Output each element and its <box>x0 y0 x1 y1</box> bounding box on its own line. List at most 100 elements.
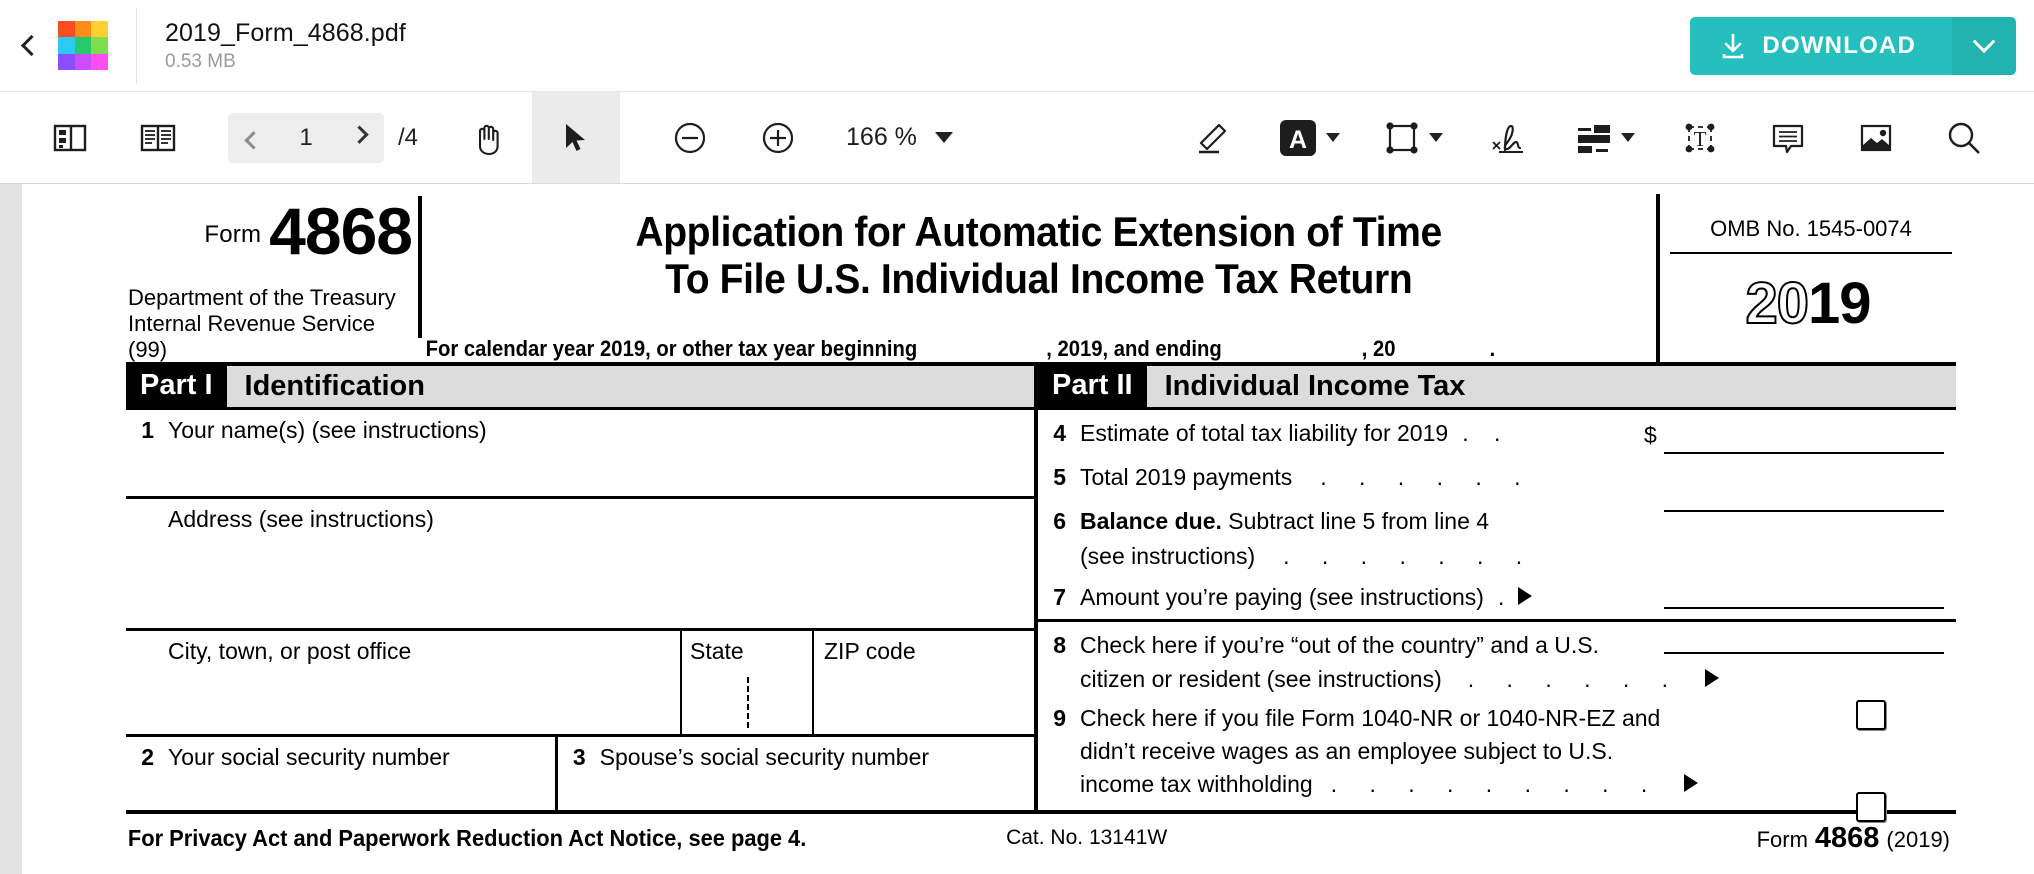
arrow-right-icon <box>1518 587 1533 605</box>
shape-tool-button[interactable] <box>1360 92 1464 183</box>
line-number-7: 7 <box>1053 584 1066 610</box>
field-line-8[interactable]: 8 Check here if you’re “out of the count… <box>1038 619 1956 693</box>
arrow-right-icon <box>1705 669 1720 687</box>
field-spouse-ssn[interactable]: 3 Spouse’s social security number <box>554 737 1034 810</box>
text-style-button[interactable]: A <box>1256 92 1360 183</box>
chevron-left-icon <box>20 34 42 57</box>
hand-tool-button[interactable] <box>444 92 532 183</box>
logo-cell <box>58 20 75 38</box>
select-tool-button[interactable] <box>532 92 621 183</box>
line-number-3: 3 <box>572 744 586 770</box>
field-line-6[interactable]: 6 Balance due. Subtract line 5 from line… <box>1038 491 1956 570</box>
triangle-down-icon <box>1428 133 1443 142</box>
textbox-tool-button[interactable]: T <box>1656 92 1744 183</box>
header-divider <box>136 7 137 84</box>
line-8-label-1: Check here if you’re “out of the country… <box>1080 632 1600 658</box>
field-your-ssn[interactable]: 2 Your social security number <box>126 737 555 810</box>
signature-tool-button[interactable] <box>1464 92 1552 183</box>
zoom-out-button[interactable] <box>646 92 734 183</box>
file-size: 0.53 MB <box>165 50 236 72</box>
field-address[interactable]: Address (see instructions) <box>126 496 1034 628</box>
page-number-input[interactable]: 1 <box>278 112 334 163</box>
form-header: Form 4868 Department of the Treasury Int… <box>126 194 1956 362</box>
line-6-label-2: (see instructions) <box>1080 543 1256 569</box>
line-9-row-3: income tax withholding . . . . . . . . . <box>1048 771 1956 798</box>
page-gutter <box>0 184 22 874</box>
part-2-header: Part II Individual Income Tax <box>1034 366 1956 407</box>
field-spouse-ssn-label: Spouse’s social security number <box>599 744 930 770</box>
field-ssn-row: 2 Your social security number 3 Spouse’s… <box>126 734 1034 810</box>
text-A-icon: A <box>1277 117 1319 159</box>
field-your-name[interactable]: 1 Your name(s) (see instructions) <box>126 410 1034 496</box>
line-4-row: 4 Estimate of total tax liability for 20… <box>1048 420 1956 447</box>
line-9-label-3: income tax withholding <box>1080 771 1313 797</box>
line-9-label-2: didn’t receive wages as an employee subj… <box>1080 738 1614 764</box>
form-title-block: Application for Automatic Extension of T… <box>422 194 1656 362</box>
line-5-dots: . . . . . . <box>1320 464 1534 490</box>
logo-cell <box>58 37 75 54</box>
draw-tool-button[interactable] <box>1168 92 1256 183</box>
field-your-name-label: Your name(s) (see instructions) <box>168 417 487 443</box>
document-viewport[interactable]: Form 4868 Department of the Treasury Int… <box>0 184 2034 874</box>
part-1-tag: Part I <box>126 366 227 407</box>
comment-tool-button[interactable] <box>1744 92 1832 183</box>
line-6-text-wrap: Balance due. Subtract line 5 from line 4 <box>1080 508 1489 535</box>
part-1-title: Identification <box>226 366 1034 407</box>
field-zip[interactable]: ZIP code <box>812 631 1034 734</box>
omb-number: OMB No. 1545-0074 <box>1670 194 1952 254</box>
line-6-label-bold: Balance due. <box>1080 508 1222 534</box>
download-label: DOWNLOAD <box>1762 31 1916 59</box>
chevron-right-icon <box>349 125 369 144</box>
chevron-left-icon <box>243 131 263 150</box>
checkbox-line-9[interactable] <box>1856 792 1886 822</box>
search-button[interactable] <box>1920 92 2008 183</box>
previous-page-button[interactable] <box>228 113 278 163</box>
line-number-2: 2 <box>141 744 154 770</box>
footer-form-year: (2019) <box>1886 826 1950 852</box>
line-9-label-1: Check here if you file Form 1040-NR or 1… <box>1080 705 1661 731</box>
pencil-icon <box>1192 118 1232 158</box>
form-label: Form <box>204 221 262 249</box>
part-1-header: Part I Identification <box>126 366 1034 407</box>
field-line-4[interactable]: 4 Estimate of total tax liability for 20… <box>1038 410 1956 447</box>
line-number-1: 1 <box>141 417 154 443</box>
omb-block: OMB No. 1545-0074 20 19 <box>1656 194 1956 362</box>
line-9-dots: . . . . . . . . . <box>1330 771 1661 797</box>
line-5-row: 5 Total 2019 payments . . . . . . <box>1048 464 1956 491</box>
field-line-7[interactable]: 7 Amount you’re paying (see instructions… <box>1038 570 1956 619</box>
field-city[interactable]: City, town, or post office <box>126 631 680 734</box>
zoom-in-button[interactable] <box>734 92 822 183</box>
field-state-label: State <box>690 638 744 664</box>
file-name: 2019_Form_4868.pdf <box>165 18 406 47</box>
calendar-period: . <box>1489 336 1496 361</box>
image-tool-button[interactable] <box>1832 92 1920 183</box>
back-button[interactable] <box>0 0 56 92</box>
tax-year-outline: 20 <box>1744 270 1809 337</box>
download-options-button[interactable] <box>1952 16 2016 75</box>
form-body: 1 Your name(s) (see instructions) Addres… <box>126 407 1956 822</box>
triangle-down-icon <box>1620 133 1635 142</box>
zoom-level-selector[interactable]: 166 % <box>822 92 963 183</box>
field-your-ssn-label-wrap: 2 Your social security number <box>126 744 555 771</box>
line-4-dots: . . <box>1462 420 1510 446</box>
highlight-tool-button[interactable] <box>1552 92 1656 183</box>
line-8-dots: . . . . . . <box>1467 666 1682 692</box>
irs-form-4868: Form 4868 Department of the Treasury Int… <box>126 194 1956 862</box>
state-divider-dash <box>747 677 749 728</box>
download-button[interactable]: DOWNLOAD <box>1690 16 1952 75</box>
line-6-dots: . . . . . . . <box>1283 543 1536 569</box>
sidebar-toggle-button[interactable] <box>26 92 114 183</box>
field-spouse-ssn-label-wrap: 3 Spouse’s social security number <box>558 744 1034 771</box>
field-city-label-wrap: City, town, or post office <box>126 638 680 665</box>
plus-circle-icon <box>759 119 797 157</box>
part-2-fields: 4 Estimate of total tax liability for 20… <box>1034 410 1956 822</box>
field-line-9[interactable]: 9 Check here if you file Form 1040-NR or… <box>1038 693 1956 798</box>
field-state[interactable]: State <box>680 631 812 734</box>
field-line-5[interactable]: 5 Total 2019 payments . . . . . . <box>1038 447 1956 491</box>
line-number-9: 9 <box>1053 705 1066 731</box>
dollar-sign-line-4: $ <box>1644 422 1657 448</box>
page-layout-button[interactable] <box>114 92 202 183</box>
next-page-button[interactable] <box>334 113 384 163</box>
